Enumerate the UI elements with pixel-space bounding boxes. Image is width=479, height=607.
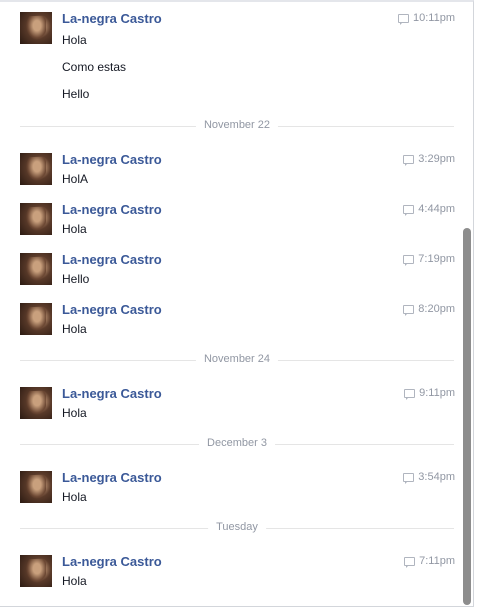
message-group: La-negra Castro 3:54pm Hola [20, 470, 455, 511]
date-divider-label: November 22 [195, 119, 279, 131]
date-divider: November 24 [20, 353, 454, 365]
avatar[interactable] [20, 12, 52, 44]
date-divider: Tuesday [20, 521, 454, 533]
sender-name[interactable]: La-negra Castro [62, 386, 162, 401]
message-time: 8:20pm [403, 303, 455, 316]
message-group: La-negra Castro 7:19pm Hello [20, 252, 455, 293]
message-time: 9:11pm [404, 387, 455, 400]
avatar[interactable] [20, 555, 52, 587]
chat-bubble-icon [403, 204, 415, 216]
message-text: Hola [62, 574, 87, 588]
avatar[interactable] [20, 303, 52, 335]
chat-bubble-icon [403, 254, 415, 266]
sender-name[interactable]: La-negra Castro [62, 11, 162, 26]
message-time: 7:11pm [404, 555, 455, 568]
date-divider-label: Tuesday [208, 521, 266, 533]
message-time: 10:11pm [398, 12, 455, 25]
message-text: Hola [62, 490, 87, 504]
message-text: Hola [62, 406, 87, 420]
date-divider-label: November 24 [195, 353, 279, 365]
date-divider: November 22 [20, 119, 454, 131]
message-text: Hola [62, 222, 87, 236]
scrollbar-thumb[interactable] [463, 228, 471, 605]
sender-name[interactable]: La-negra Castro [62, 202, 162, 217]
message-group: La-negra Castro 8:20pm Hola [20, 302, 455, 343]
message-text: HolA [62, 172, 89, 186]
message-group: La-negra Castro 10:11pm Hola Como estas … [20, 11, 455, 112]
avatar[interactable] [20, 471, 52, 503]
message-time: 4:44pm [403, 203, 455, 216]
avatar[interactable] [20, 203, 52, 235]
date-divider: December 3 [20, 437, 454, 449]
scrollbar[interactable] [463, 10, 472, 605]
chat-bubble-icon [404, 388, 416, 400]
avatar[interactable] [20, 253, 52, 285]
chat-bubble-icon [404, 556, 416, 568]
message-text: Hello [62, 272, 90, 286]
sender-name[interactable]: La-negra Castro [62, 470, 162, 485]
message-text: Hola [62, 322, 87, 336]
chat-bubble-icon [403, 154, 415, 166]
message-text: Hello [62, 87, 90, 101]
message-group: La-negra Castro 7:11pm Hola [20, 554, 455, 595]
sender-name[interactable]: La-negra Castro [62, 302, 162, 317]
message-text: Como estas [62, 60, 127, 74]
avatar[interactable] [20, 153, 52, 185]
sender-name[interactable]: La-negra Castro [62, 554, 162, 569]
avatar[interactable] [20, 387, 52, 419]
message-group: La-negra Castro 3:29pm HolA [20, 152, 455, 193]
message-time: 3:54pm [403, 471, 455, 484]
message-time: 7:19pm [403, 253, 455, 266]
chat-bubble-icon [398, 13, 409, 25]
message-group: La-negra Castro 9:11pm Hola [20, 386, 455, 427]
message-group: La-negra Castro 4:44pm Hola [20, 202, 455, 243]
chat-bubble-icon [403, 472, 415, 484]
message-thread: La-negra Castro 10:11pm Hola Como estas … [0, 0, 474, 607]
message-text: Hola [62, 33, 87, 47]
date-divider-label: December 3 [199, 437, 275, 449]
sender-name[interactable]: La-negra Castro [62, 152, 162, 167]
sender-name[interactable]: La-negra Castro [62, 252, 162, 267]
message-time: 3:29pm [403, 153, 455, 166]
chat-bubble-icon [403, 304, 415, 316]
